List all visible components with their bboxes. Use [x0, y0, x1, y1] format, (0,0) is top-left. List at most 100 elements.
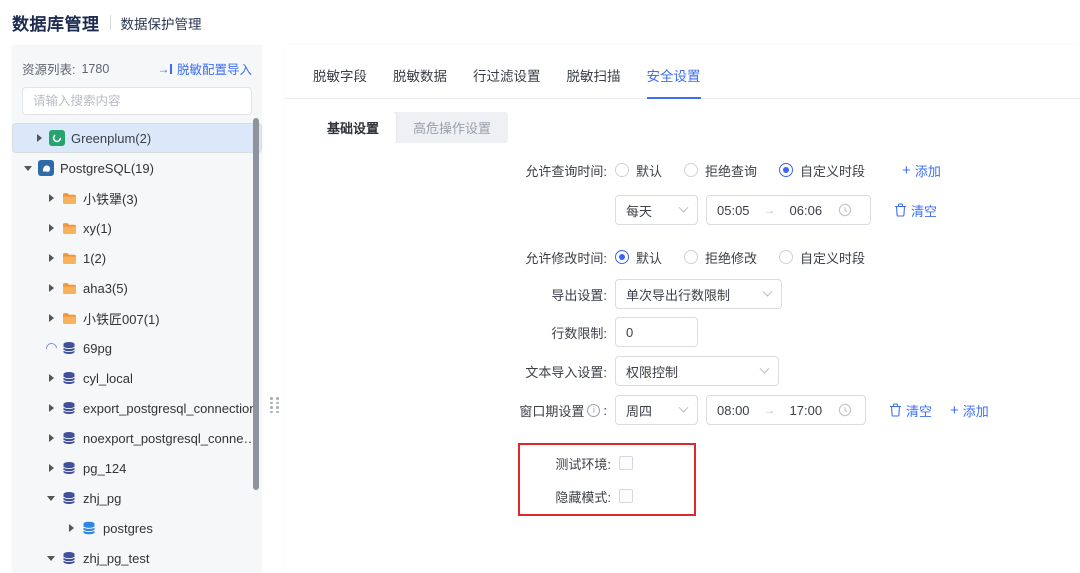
text-import-select[interactable]: 权限控制 [615, 356, 779, 386]
expand-caret-icon[interactable] [45, 314, 57, 322]
window-add-button[interactable]: + 添加 [950, 401, 989, 420]
export-setting-select[interactable]: 单次导出行数限制 [615, 279, 782, 309]
plus-icon: + [902, 161, 911, 179]
tree-item-group[interactable]: 小铁匠007(1) [12, 303, 262, 333]
test-env-row: 测试环境: [520, 448, 694, 478]
radio-icon[interactable] [684, 250, 699, 264]
hidden-mode-checkbox[interactable] [619, 489, 633, 503]
tree-item-label: 小铁犟(3) [83, 191, 138, 207]
tab-masking-fields[interactable]: 脱敏字段 [313, 45, 367, 98]
tree-item-database[interactable]: postgres [12, 513, 262, 543]
tree-item-greenplum[interactable]: Greenplum(2) [12, 123, 262, 153]
tree-item-connection[interactable]: noexport_postgresql_connection [12, 423, 262, 453]
tree-item-label: Greenplum(2) [71, 130, 152, 146]
tree-item-group[interactable]: 小铁犟(3) [12, 183, 262, 213]
radio-icon[interactable] [615, 163, 629, 177]
tab-bar: 脱敏字段 脱敏数据 行过滤设置 脱敏扫描 安全设置 [285, 45, 1080, 99]
tree-item-postgresql[interactable]: PostgreSQL(19) [12, 153, 262, 183]
tree-item-connection[interactable]: zhj_pg [12, 483, 262, 513]
annotation-highlight-box: 测试环境: 隐藏模式: [518, 443, 696, 516]
tab-masking-scan[interactable]: 脱敏扫描 [567, 45, 621, 98]
folder-icon [61, 280, 77, 296]
query-time-label: 允许查询时间: [525, 163, 607, 179]
tree-item-group[interactable]: xy(1) [12, 213, 262, 243]
modify-time-radio-default[interactable]: 默认 [615, 248, 662, 267]
page-title: 数据库管理 [12, 15, 100, 34]
tab-row-filter-settings[interactable]: 行过滤设置 [473, 45, 541, 98]
text-import-row: 文本导入设置: 权限控制 [285, 356, 1080, 386]
tree-item-group[interactable]: 1(2) [12, 243, 262, 273]
database-icon [81, 520, 97, 536]
tree-item-connection[interactable]: cyl_local [12, 363, 262, 393]
plus-icon: + [950, 401, 959, 419]
modify-time-row: 允许修改时间: 默认 拒绝修改 自定义时段 [285, 242, 1080, 272]
tab-security-settings[interactable]: 安全设置 [646, 45, 701, 99]
settings-panel: 脱敏字段 脱敏数据 行过滤设置 脱敏扫描 安全设置 基础设置 高危操作设置 允许… [285, 45, 1080, 573]
resource-count: 1780 [81, 61, 110, 76]
resource-list-label: 资源列表: [22, 63, 76, 77]
tree-item-connection[interactable]: export_postgresql_connection [12, 393, 262, 423]
query-time-radio-custom[interactable]: 自定义时段 [779, 161, 865, 180]
expand-caret-icon[interactable] [45, 284, 57, 292]
tree-item-label: zhj_pg [83, 490, 122, 506]
collapse-caret-icon[interactable] [22, 165, 34, 171]
modify-time-radio-custom[interactable]: 自定义时段 [779, 248, 865, 267]
test-env-checkbox[interactable] [619, 456, 633, 470]
chevron-down-icon [678, 202, 689, 213]
collapse-caret-icon[interactable] [45, 495, 57, 501]
expand-caret-icon[interactable] [65, 524, 77, 532]
expand-caret-icon[interactable] [45, 464, 57, 472]
chevron-down-icon [762, 286, 773, 297]
expand-caret-icon[interactable] [45, 404, 57, 412]
repeat-select[interactable]: 每天 [615, 195, 698, 225]
clock-icon [838, 403, 852, 417]
masking-config-import-link[interactable]: 脱敏配置导入 [177, 59, 252, 78]
window-clear-button[interactable]: 清空 [889, 401, 932, 420]
radio-icon[interactable] [684, 163, 699, 177]
radio-checked-icon[interactable] [615, 250, 629, 264]
subtab-basic-settings[interactable]: 基础设置 [310, 112, 397, 143]
app-window: 数据库管理 数据保护管理 资源列表: 1780 → 脱敏配置导入 Greenpl… [0, 0, 1080, 573]
end-time: 17:00 [789, 402, 823, 418]
end-time: 06:06 [789, 202, 823, 218]
expand-caret-icon[interactable] [45, 194, 57, 202]
query-schedule-clear-button[interactable]: 清空 [894, 201, 937, 220]
query-time-radio-deny[interactable]: 拒绝查询 [684, 161, 757, 180]
search-input[interactable] [22, 87, 252, 115]
panel-resize-handle[interactable] [270, 397, 280, 413]
expand-caret-icon[interactable] [45, 434, 57, 442]
connection-icon [61, 400, 77, 416]
row-limit-input[interactable]: 0 [615, 317, 698, 347]
row-limit-row: 行数限制: 0 [285, 317, 1080, 347]
expand-caret-icon[interactable] [45, 254, 57, 262]
tree-item-connection[interactable]: zhj_pg_test [12, 543, 262, 573]
greenplum-icon [49, 130, 65, 146]
trash-icon [890, 403, 901, 417]
export-setting-label: 导出设置: [551, 287, 607, 303]
window-setting-label: 窗口期设置 i : [519, 402, 607, 419]
connection-icon [61, 490, 77, 506]
expand-caret-icon[interactable] [45, 374, 57, 382]
tree-item-group[interactable]: aha3(5) [12, 273, 262, 303]
tree-item-connection[interactable]: 69pg [12, 333, 262, 363]
expand-caret-icon[interactable] [33, 134, 45, 142]
sidebar-scrollbar-thumb[interactable] [253, 118, 259, 490]
radio-icon[interactable] [779, 250, 794, 264]
expand-caret-icon[interactable] [45, 224, 57, 232]
collapse-caret-icon[interactable] [45, 555, 57, 561]
subtab-high-risk-settings[interactable]: 高危操作设置 [396, 112, 508, 143]
window-day-select[interactable]: 周四 [615, 395, 698, 425]
query-time-range-picker[interactable]: 05:05 → 06:06 [706, 195, 871, 225]
query-time-radio-default[interactable]: 默认 [615, 161, 662, 180]
tab-masking-data[interactable]: 脱敏数据 [393, 45, 447, 98]
window-setting-row: 窗口期设置 i : 周四 08:00 → 17:00 清空 + 添加 [285, 395, 1080, 425]
window-time-range-picker[interactable]: 08:00 → 17:00 [706, 395, 866, 425]
tree-item-connection[interactable]: pg_124 [12, 453, 262, 483]
query-time-add-button[interactable]: + 添加 [902, 161, 941, 180]
start-time: 05:05 [717, 202, 750, 218]
modify-time-label: 允许修改时间: [525, 250, 607, 266]
modify-time-radio-deny[interactable]: 拒绝修改 [684, 248, 757, 267]
radio-checked-icon[interactable] [779, 163, 794, 177]
tree-item-label: export_postgresql_connection [83, 400, 257, 416]
info-icon[interactable]: i [587, 403, 601, 417]
